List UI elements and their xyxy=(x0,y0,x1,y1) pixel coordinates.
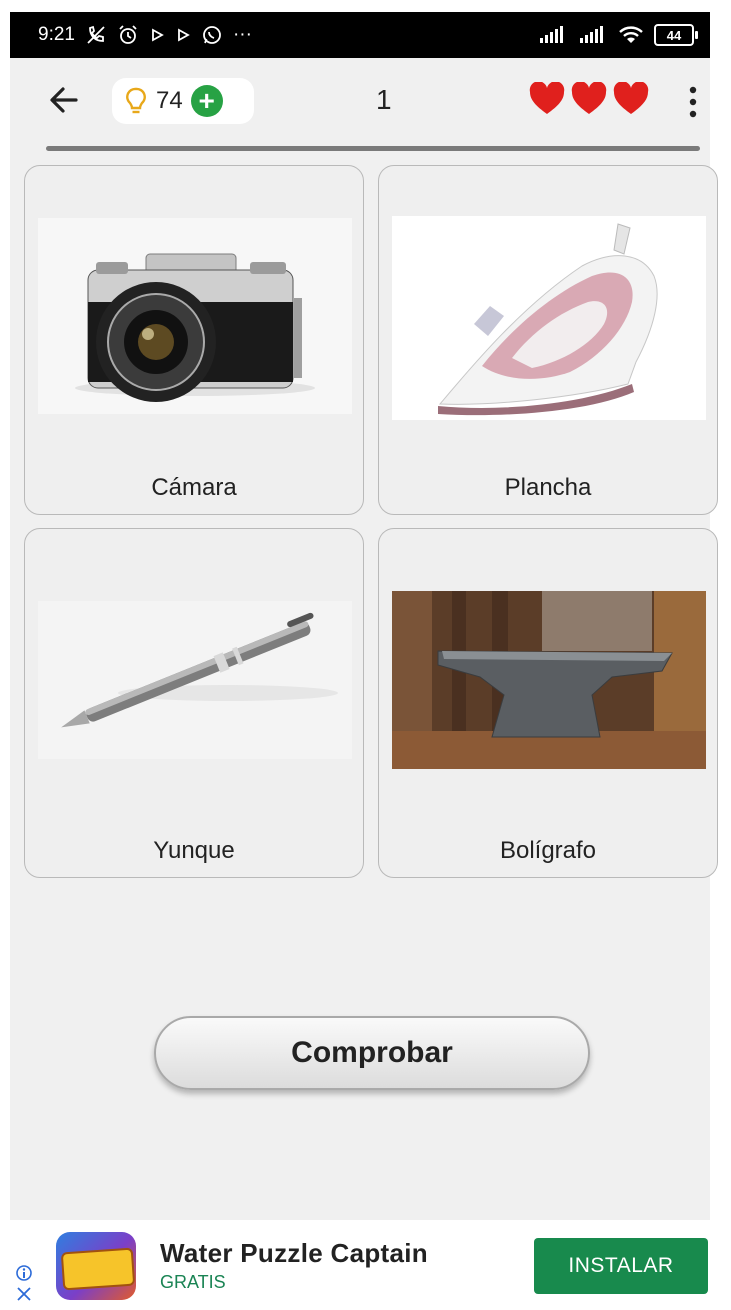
whatsapp-icon xyxy=(203,26,221,44)
app-logo xyxy=(60,1247,136,1291)
iron-image xyxy=(392,216,706,420)
lives xyxy=(528,82,650,116)
hints-counter[interactable]: 74 + xyxy=(112,78,254,124)
app-content: 74 + 1 Cámara Plancha Yunque Bolígrafo C… xyxy=(10,58,718,1220)
card-label: Yunque xyxy=(153,837,235,864)
status-time: 9:21 xyxy=(38,24,75,45)
ad-subtitle: GRATIS xyxy=(160,1272,226,1292)
progress-bar xyxy=(46,146,700,151)
status-bar: 9:21 ··· 44 xyxy=(10,12,710,58)
heart-icon xyxy=(529,82,565,114)
more-vert-icon[interactable] xyxy=(686,84,700,120)
signal-icon xyxy=(580,26,603,43)
more-dots-icon: ··· xyxy=(232,24,252,45)
top-bar: 74 + 1 xyxy=(10,58,710,146)
option-card[interactable]: Yunque xyxy=(24,528,364,878)
check-button[interactable]: Comprobar xyxy=(154,1016,590,1090)
card-label: Cámara xyxy=(151,474,237,501)
ad-title[interactable]: Water Puzzle Captain xyxy=(160,1238,428,1269)
pen-image xyxy=(38,601,352,759)
battery-level: 44 xyxy=(666,27,682,43)
anvil-image xyxy=(392,591,706,769)
add-hints-plus-icon[interactable]: + xyxy=(190,85,223,117)
alarm-icon xyxy=(119,25,137,44)
play-icon xyxy=(178,28,190,42)
card-label: Bolígrafo xyxy=(499,837,597,864)
muted-call-icon xyxy=(87,25,105,44)
card-label: Plancha xyxy=(504,474,592,501)
wifi-icon xyxy=(619,26,643,43)
option-card[interactable]: Plancha xyxy=(378,165,718,515)
ad-info-icon[interactable] xyxy=(14,1264,34,1304)
battery-icon: 44 xyxy=(654,24,698,46)
option-card[interactable]: Cámara xyxy=(24,165,364,515)
option-card[interactable]: Bolígrafo xyxy=(378,528,718,878)
lightbulb-icon xyxy=(126,87,146,114)
camera-image xyxy=(38,218,352,414)
hint-count: 74 xyxy=(156,87,183,114)
ad-banner[interactable]: Water Puzzle Captain GRATIS INSTALAR xyxy=(10,1220,710,1310)
level-number: 1 xyxy=(376,84,392,115)
signal-icon xyxy=(540,26,563,43)
play-icon xyxy=(152,28,164,42)
ad-app-icon[interactable] xyxy=(56,1232,136,1300)
heart-icon xyxy=(571,82,607,114)
back-arrow-icon[interactable] xyxy=(44,80,84,120)
heart-icon xyxy=(613,82,649,114)
install-button[interactable]: INSTALAR xyxy=(534,1238,708,1294)
